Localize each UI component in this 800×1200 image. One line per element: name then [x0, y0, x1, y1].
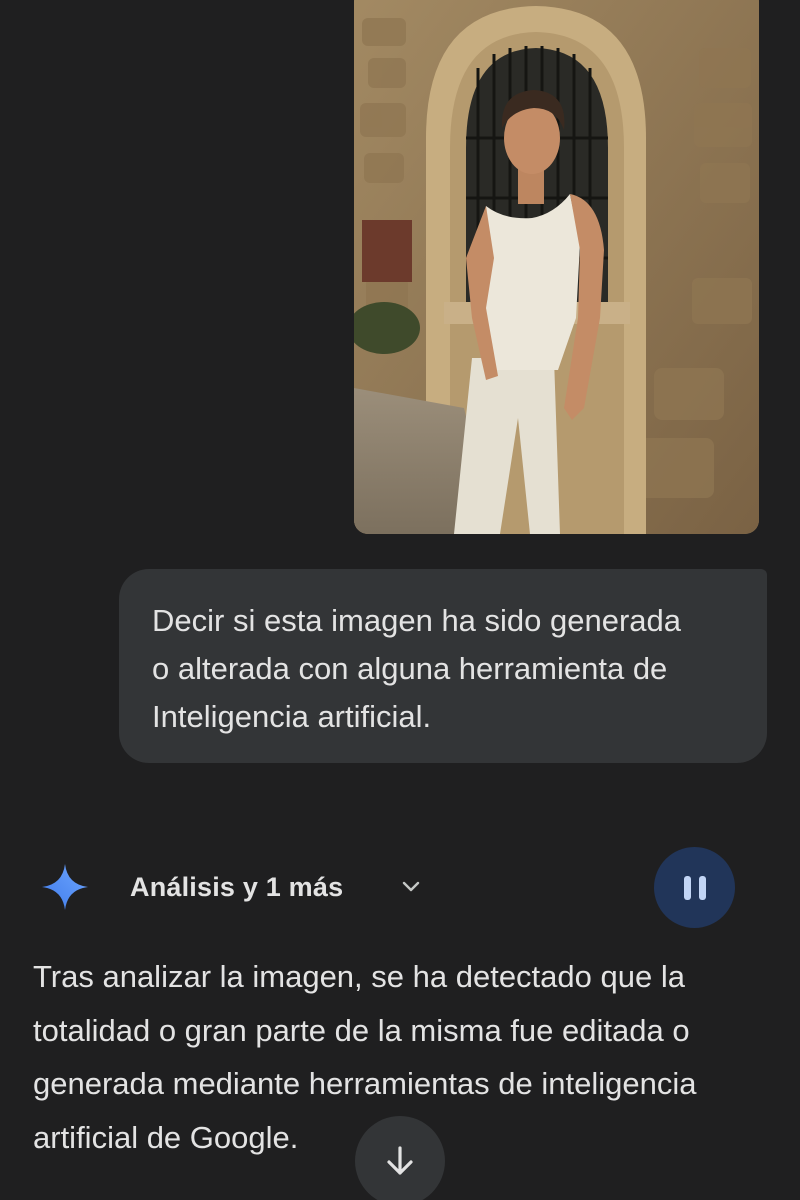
- scroll-down-button[interactable]: [355, 1116, 445, 1200]
- photo-illustration: [354, 0, 759, 534]
- pause-button[interactable]: [654, 847, 735, 928]
- arrow-down-icon: [387, 1146, 413, 1175]
- response-header: Análisis y 1 más: [0, 838, 800, 934]
- user-message-bubble[interactable]: Decir si esta imagen ha sido generada o …: [119, 569, 767, 763]
- tools-dropdown[interactable]: Análisis y 1 más: [130, 866, 423, 908]
- attached-photo[interactable]: [354, 0, 759, 534]
- user-message-text: Decir si esta imagen ha sido generada o …: [152, 603, 682, 734]
- chevron-down-icon: [403, 881, 420, 892]
- tools-label: Análisis y 1 más: [130, 871, 344, 902]
- pause-icon: [683, 875, 691, 900]
- pause-icon-bar: [698, 875, 706, 900]
- chat-screen: Decir si esta imagen ha sido generada o …: [0, 0, 800, 1200]
- gemini-sparkle-icon: [42, 864, 88, 910]
